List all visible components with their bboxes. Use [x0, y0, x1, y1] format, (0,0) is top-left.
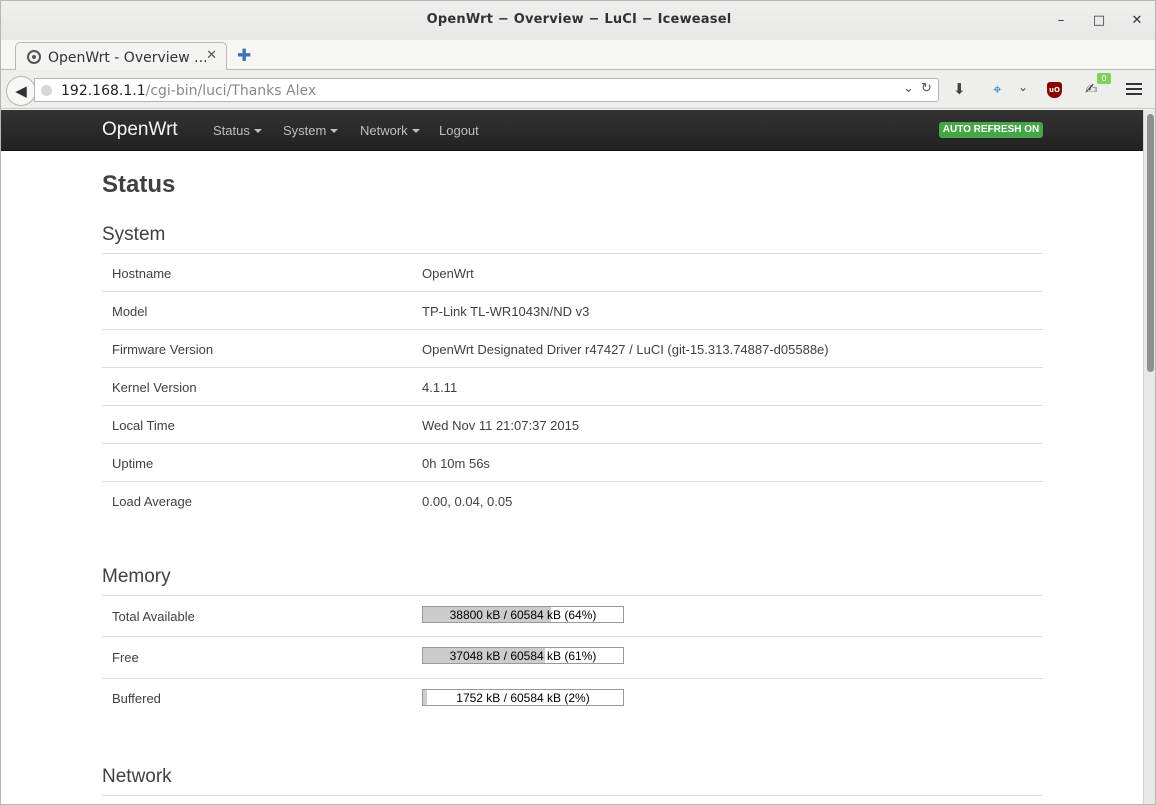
table-row: Model TP-Link TL-WR1043N/ND v3	[102, 291, 1043, 329]
table-row: Hostname OpenWrt	[102, 253, 1043, 291]
addon-badge-icon[interactable]: ✍	[1085, 80, 1098, 98]
menu-network[interactable]: Network	[360, 123, 420, 138]
table-row: Uptime 0h 10m 56s	[102, 443, 1043, 481]
row-value: OpenWrt	[422, 266, 474, 281]
url-history-dropdown-icon[interactable]: ⌄	[903, 81, 914, 96]
back-button[interactable]: ◀	[6, 76, 36, 106]
auto-refresh-toggle[interactable]: AUTO REFRESH ON	[939, 122, 1043, 138]
progress-label: 38800 kB / 60584 kB (64%)	[449, 608, 597, 622]
vertical-scrollbar[interactable]	[1143, 110, 1155, 804]
hamburger-menu-icon[interactable]	[1126, 83, 1142, 97]
progress-label: 37048 kB / 60584 kB (61%)	[449, 649, 597, 663]
progress-label: 1752 kB / 60584 kB (2%)	[456, 691, 590, 705]
caret-down-icon	[330, 129, 339, 133]
reload-icon[interactable]: ↻	[921, 81, 932, 96]
window-title: OpenWrt − Overview − LuCI − Iceweasel	[426, 12, 732, 27]
row-value: Wed Nov 11 21:07:37 2015	[422, 418, 580, 433]
browser-window: OpenWrt − Overview − LuCI − Iceweasel – …	[0, 0, 1156, 805]
table-row: Free 37048 kB / 60584 kB (61%)	[102, 636, 1043, 678]
table-row: Load Average 0.00, 0.04, 0.05	[102, 481, 1043, 519]
caret-down-icon	[253, 129, 262, 133]
row-value: 0.00, 0.04, 0.05	[422, 494, 513, 509]
caret-down-icon	[411, 129, 420, 133]
network-table	[102, 795, 1043, 804]
tab-bar: OpenWrt - Overview ... ✕ ✚	[1, 40, 1155, 71]
row-key: Firmware Version	[112, 342, 214, 357]
row-key: Load Average	[112, 494, 192, 509]
row-value: 4.1.11	[422, 380, 458, 395]
system-table: Hostname OpenWrt Model TP-Link TL-WR1043N/…	[102, 253, 1043, 519]
url-host: 192.168.1.1	[61, 83, 146, 99]
download-icon[interactable]: ⬇	[953, 80, 966, 98]
addon-dropdown-icon[interactable]: ⌄	[1018, 80, 1028, 94]
row-key: Total Available	[112, 609, 195, 624]
row-key: Hostname	[112, 266, 172, 281]
title-bar: OpenWrt − Overview − LuCI − Iceweasel – …	[1, 1, 1155, 40]
memory-table: Total Available 38800 kB / 60584 kB (64%…	[102, 595, 1043, 719]
table-row: Firmware Version OpenWrt Designated Drive…	[102, 329, 1043, 367]
scrollbar-thumb[interactable]	[1147, 114, 1154, 372]
section-system-heading: System	[102, 224, 166, 245]
row-key: Uptime	[112, 456, 154, 471]
table-row	[102, 795, 1043, 804]
url-bar[interactable]: 192.168.1.1/cgi-bin/luci/Thanks Alex ⌄ ↻	[34, 78, 939, 102]
back-arrow-icon: ◀	[15, 82, 27, 100]
section-memory-heading: Memory	[102, 566, 171, 587]
memory-progress-bar: 38800 kB / 60584 kB (64%)	[422, 606, 624, 623]
memory-progress-bar: 1752 kB / 60584 kB (2%)	[422, 689, 624, 706]
menu-system[interactable]: System	[283, 123, 339, 138]
site-identity-icon[interactable]	[41, 85, 52, 96]
row-value: TP-Link TL-WR1043N/ND v3	[422, 304, 590, 319]
memory-progress-bar: 37048 kB / 60584 kB (61%)	[422, 647, 624, 664]
favicon-icon	[27, 50, 41, 64]
page-viewport: OpenWrt Status System Network Logout AUT…	[1, 110, 1143, 804]
table-row: Local Time Wed Nov 11 21:07:37 2015	[102, 405, 1043, 443]
row-key: Local Time	[112, 418, 175, 433]
brand-logo[interactable]: OpenWrt	[102, 119, 178, 141]
navigation-toolbar: ◀ 192.168.1.1/cgi-bin/luci/Thanks Alex ⌄…	[1, 70, 1155, 109]
row-value: OpenWrt Designated Driver r47427 / LuCI …	[422, 342, 829, 357]
row-key: Free	[112, 650, 139, 665]
addon-network-icon[interactable]: ⌖	[993, 80, 1001, 98]
row-key: Model	[112, 304, 148, 319]
menu-status[interactable]: Status	[213, 123, 262, 138]
new-tab-icon[interactable]: ✚	[237, 46, 251, 66]
page-title: Status	[102, 171, 176, 198]
row-key: Buffered	[112, 691, 161, 706]
minimize-button[interactable]: –	[1051, 11, 1071, 31]
close-window-button[interactable]: ✕	[1127, 11, 1147, 31]
tab-close-icon[interactable]: ✕	[206, 48, 217, 63]
menu-logout[interactable]: Logout	[439, 123, 479, 138]
menu-network-label: Network	[360, 123, 408, 138]
table-row: Total Available 38800 kB / 60584 kB (64%…	[102, 595, 1043, 636]
ublock-icon[interactable]: uO	[1047, 82, 1062, 98]
menu-system-label: System	[283, 123, 327, 138]
maximize-button[interactable]: □	[1089, 11, 1109, 31]
url-path: /cgi-bin/luci/Thanks Alex	[145, 83, 317, 99]
menu-status-label: Status	[213, 123, 250, 138]
table-row: Kernel Version 4.1.11	[102, 367, 1043, 405]
url-text: 192.168.1.1/cgi-bin/luci/Thanks Alex	[61, 83, 316, 99]
row-key: Kernel Version	[112, 380, 197, 395]
tab-openwrt-overview[interactable]: OpenWrt - Overview ... ✕	[15, 42, 227, 71]
luci-header: OpenWrt Status System Network Logout AUT…	[1, 110, 1143, 151]
tab-title: OpenWrt - Overview ...	[48, 50, 208, 66]
table-row: Buffered 1752 kB / 60584 kB (2%)	[102, 678, 1043, 719]
section-network-heading: Network	[102, 766, 172, 787]
row-value: 0h 10m 56s	[422, 456, 490, 471]
addon-counter-badge: 0	[1097, 73, 1111, 84]
